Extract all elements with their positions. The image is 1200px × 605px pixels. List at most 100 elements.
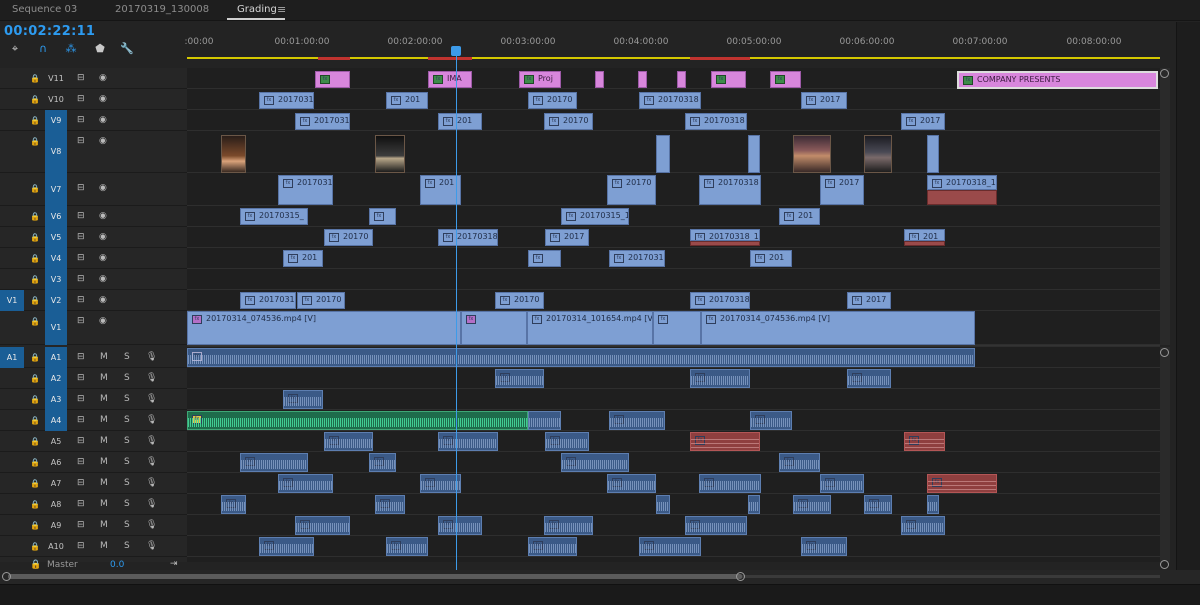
clip-v10[interactable]: fx 2017 xyxy=(801,92,847,109)
lock-icon[interactable]: 🔒 xyxy=(30,296,40,305)
clip-v1[interactable]: fx 20170314_074536.mp4 [V] xyxy=(187,311,461,345)
track-name[interactable]: A8 xyxy=(45,500,67,509)
clip-v9[interactable]: fx 201 xyxy=(438,113,482,130)
solo-button[interactable]: S xyxy=(124,436,130,446)
clip-a5-offline[interactable]: fx xyxy=(690,432,760,451)
sync-lock-icon[interactable]: ⊟ xyxy=(77,183,85,193)
clip-a8[interactable]: fx xyxy=(375,495,405,514)
clip-v9[interactable]: fx 20170 xyxy=(544,113,593,130)
track-name[interactable]: A10 xyxy=(45,542,67,551)
clip-a7[interactable]: fx xyxy=(420,474,461,493)
track-name[interactable]: V1 xyxy=(45,311,67,345)
clip-a8[interactable]: fx xyxy=(793,495,831,514)
sync-lock-icon[interactable]: ⊟ xyxy=(77,94,85,104)
clip-v11[interactable] xyxy=(677,71,686,88)
mute-button[interactable]: M xyxy=(100,541,108,551)
lock-icon[interactable]: 🔒 xyxy=(30,74,40,83)
tab-20170319-130008[interactable]: 20170319_130008 xyxy=(115,0,209,20)
clip-v5-offline[interactable] xyxy=(904,241,945,246)
clip-v11[interactable] xyxy=(595,71,604,88)
lock-icon[interactable]: 🔒 xyxy=(30,479,40,488)
mute-button[interactable]: M xyxy=(100,457,108,467)
snap-icon[interactable]: ∩ xyxy=(36,42,50,56)
track-name[interactable]: V11 xyxy=(45,74,67,83)
microphone-icon[interactable]: 🎙 xyxy=(146,478,157,488)
clip-v5-offline[interactable] xyxy=(690,241,760,246)
clip-v8[interactable] xyxy=(748,135,760,173)
clip-a9[interactable]: fx xyxy=(438,516,482,535)
tab-sequence-03[interactable]: Sequence 03 xyxy=(12,0,77,20)
sync-lock-icon[interactable]: ⊟ xyxy=(77,394,85,404)
zoom-handle-right[interactable] xyxy=(736,572,745,581)
sync-lock-icon[interactable]: ⊟ xyxy=(77,415,85,425)
lock-icon[interactable]: 🔒 xyxy=(30,317,40,326)
clip-v2[interactable]: fx 20170 xyxy=(495,292,544,309)
clip-v9[interactable]: fx 20170318 xyxy=(685,113,747,130)
clip-a6[interactable]: fx xyxy=(369,453,396,472)
horizontal-scrollbar[interactable] xyxy=(0,570,1200,584)
clip-a8[interactable]: fx xyxy=(864,495,892,514)
playhead-line[interactable] xyxy=(456,56,457,570)
clip-v10[interactable]: fx 20170318 xyxy=(639,92,701,109)
clip-a4[interactable] xyxy=(528,411,561,430)
clip-v1[interactable]: fx xyxy=(461,311,527,345)
clip-v10[interactable]: fx 201 xyxy=(386,92,428,109)
panel-menu-icon[interactable]: ≡ xyxy=(277,0,286,20)
eye-icon[interactable]: ◉ xyxy=(99,253,107,263)
lane-v6[interactable] xyxy=(187,206,1160,227)
lock-icon[interactable]: 🔒 xyxy=(30,395,40,404)
clip-v8[interactable] xyxy=(927,135,939,173)
clip-a10[interactable]: fx xyxy=(259,537,314,556)
track-name[interactable]: V8 xyxy=(45,131,67,173)
solo-button[interactable]: S xyxy=(124,457,130,467)
clip-a3[interactable]: fx xyxy=(283,390,323,409)
track-name[interactable]: A5 xyxy=(45,437,67,446)
zoom-handle-left[interactable] xyxy=(2,572,11,581)
sync-lock-icon[interactable]: ⊟ xyxy=(77,457,85,467)
track-name[interactable]: A4 xyxy=(45,410,67,431)
clip-v7[interactable]: fx 20170318_1 xyxy=(927,175,997,190)
clip-v4[interactable]: fx 2017031 xyxy=(609,250,665,267)
sync-lock-icon[interactable]: ⊟ xyxy=(77,115,85,125)
solo-button[interactable]: S xyxy=(124,499,130,509)
mute-button[interactable]: M xyxy=(100,352,108,362)
lock-icon[interactable]: 🔒 xyxy=(30,374,40,383)
solo-button[interactable]: S xyxy=(124,478,130,488)
eye-icon[interactable]: ◉ xyxy=(99,73,107,83)
solo-button[interactable]: S xyxy=(124,352,130,362)
clip-v10[interactable]: fx 20170 xyxy=(528,92,577,109)
clip-v2[interactable]: fx 2017 xyxy=(847,292,891,309)
lane-a3[interactable] xyxy=(187,389,1160,410)
clip-a10[interactable]: fx xyxy=(639,537,701,556)
microphone-icon[interactable]: 🎙 xyxy=(146,394,157,404)
lock-icon[interactable]: 🔒 xyxy=(30,137,40,146)
lock-icon[interactable]: 🔒 xyxy=(30,233,40,242)
lock-icon[interactable]: 🔒 xyxy=(30,500,40,509)
microphone-icon[interactable]: 🎙 xyxy=(146,457,157,467)
eye-icon[interactable]: ◉ xyxy=(99,211,107,221)
clip-v5[interactable]: fx 20170318_1 xyxy=(690,229,760,241)
track-name[interactable]: A1 xyxy=(45,347,67,368)
sync-lock-icon[interactable]: ⊟ xyxy=(77,136,85,146)
lock-icon[interactable]: 🔒 xyxy=(30,275,40,284)
clip-v6[interactable]: fx 20170315_1 xyxy=(561,208,629,225)
microphone-icon[interactable]: 🎙 xyxy=(146,373,157,383)
mute-button[interactable]: M xyxy=(100,415,108,425)
clip-a10[interactable]: fx xyxy=(801,537,847,556)
sync-lock-icon[interactable]: ⊟ xyxy=(77,316,85,326)
eye-icon[interactable]: ◉ xyxy=(99,94,107,104)
lock-icon[interactable]: 🔒 xyxy=(30,560,41,570)
linked-selection-icon[interactable]: ⁂ xyxy=(64,42,78,56)
clip-a9[interactable]: fx xyxy=(685,516,747,535)
clip-a6[interactable]: fx xyxy=(779,453,820,472)
lock-icon[interactable]: 🔒 xyxy=(30,521,40,530)
sync-lock-icon[interactable]: ⊟ xyxy=(77,232,85,242)
track-name[interactable]: V2 xyxy=(45,290,67,311)
lock-icon[interactable]: 🔒 xyxy=(30,437,40,446)
track-name[interactable]: A6 xyxy=(45,458,67,467)
clip-v9[interactable]: fx 2017031 xyxy=(295,113,350,130)
clip-v8-thumbnail[interactable] xyxy=(793,135,831,173)
clip-v8-thumbnail[interactable] xyxy=(864,135,892,173)
solo-button[interactable]: S xyxy=(124,373,130,383)
lock-icon[interactable]: 🔒 xyxy=(30,254,40,263)
